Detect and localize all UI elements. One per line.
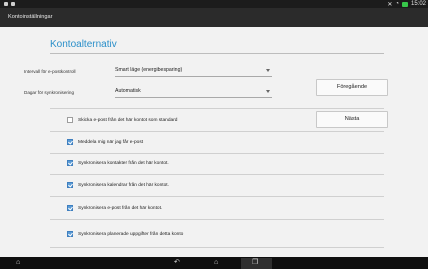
mute-icon: ✕ bbox=[387, 1, 393, 8]
divider bbox=[50, 247, 384, 248]
window-title: Kontoinställningar bbox=[8, 14, 53, 20]
divider bbox=[50, 108, 384, 109]
notification-icon bbox=[4, 2, 8, 6]
next-button[interactable]: Nästa bbox=[316, 111, 388, 128]
option-label: Synkronisera planerade uppgifter från de… bbox=[78, 231, 184, 237]
navigation-bar: ⌂ ↶ ⌂ ❐ bbox=[0, 257, 428, 269]
back-icon[interactable]: ↶ bbox=[174, 259, 180, 267]
battery-icon bbox=[401, 1, 408, 7]
home-button-icon[interactable]: ⌂ bbox=[214, 259, 218, 267]
option-label: Meddela mig när jag får e-post bbox=[78, 139, 144, 145]
option-notify[interactable]: Meddela mig när jag får e-post bbox=[67, 137, 143, 147]
recent-apps-icon: ❐ bbox=[252, 259, 259, 266]
interval-label: Intervall för e-postkontroll bbox=[24, 69, 76, 74]
checkbox[interactable] bbox=[67, 182, 73, 188]
checkbox[interactable] bbox=[67, 231, 73, 237]
divider bbox=[50, 174, 384, 175]
clock: 15:02 bbox=[410, 1, 426, 7]
option-label: Skicka e-post från det här kontot som st… bbox=[78, 117, 178, 123]
interval-select[interactable]: Smart läge (energibesparing) bbox=[115, 65, 272, 77]
dropdown-caret-icon bbox=[266, 69, 270, 72]
divider bbox=[50, 219, 384, 220]
divider bbox=[50, 196, 384, 197]
option-label: Synkronisera kalendrar från det här kont… bbox=[78, 182, 169, 188]
option-sync-email[interactable]: Synkronisera e-post från det här kontot. bbox=[67, 203, 162, 213]
previous-button[interactable]: Föregående bbox=[316, 79, 388, 96]
recent-apps-button[interactable]: ❐ bbox=[241, 258, 272, 269]
home-icon[interactable]: ⌂ bbox=[16, 259, 20, 267]
option-sync-tasks[interactable]: Synkronisera planerade uppgifter från de… bbox=[67, 229, 183, 239]
title-bar: Kontoinställningar bbox=[0, 8, 428, 27]
page-title: Kontoalternativ bbox=[50, 39, 117, 50]
wifi-icon: ◔ bbox=[395, 1, 399, 7]
option-label: Synkronisera e-post från det här kontot. bbox=[78, 205, 163, 211]
divider bbox=[50, 153, 384, 154]
checkbox[interactable] bbox=[67, 117, 73, 123]
status-bar: ✕ ◔ 15:02 bbox=[0, 0, 428, 8]
sync-days-value: Automatisk bbox=[115, 88, 141, 94]
dropdown-caret-icon bbox=[266, 90, 270, 93]
interval-value: Smart läge (energibesparing) bbox=[115, 67, 183, 73]
option-send-default[interactable]: Skicka e-post från det här kontot som st… bbox=[67, 115, 177, 125]
divider bbox=[50, 131, 384, 132]
sync-days-label: Dagar för synkronisering bbox=[24, 90, 75, 95]
checkbox[interactable] bbox=[67, 160, 73, 166]
notification-icon-2 bbox=[11, 2, 15, 6]
title-divider bbox=[50, 53, 384, 54]
sync-days-select[interactable]: Automatisk bbox=[115, 86, 272, 98]
option-label: Synkronisera kontakter från det här kont… bbox=[78, 160, 169, 166]
option-sync-contacts[interactable]: Synkronisera kontakter från det här kont… bbox=[67, 158, 169, 168]
option-sync-calendars[interactable]: Synkronisera kalendrar från det här kont… bbox=[67, 180, 169, 190]
checkbox[interactable] bbox=[67, 139, 73, 145]
checkbox[interactable] bbox=[67, 205, 73, 211]
